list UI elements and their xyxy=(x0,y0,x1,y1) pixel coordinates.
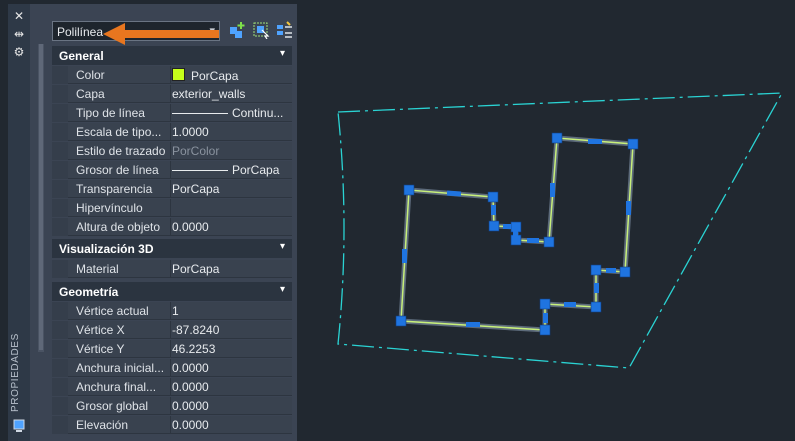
chevron-down-icon[interactable]: ▾ xyxy=(280,241,285,252)
settings-icon[interactable]: ⚙ xyxy=(13,46,25,58)
prop-row-color[interactable]: Color PorCapa xyxy=(52,66,292,84)
prop-value[interactable]: PorCapa xyxy=(172,68,290,83)
color-swatch xyxy=(172,68,185,81)
section-title: Geometría xyxy=(59,285,119,299)
prop-value[interactable]: 0.0000 xyxy=(172,399,290,413)
select-objects-icon[interactable] xyxy=(252,21,270,39)
prop-key: Elevación xyxy=(76,418,129,432)
prop-row-linetype-scale[interactable]: Escala de tipo... 1.0000 xyxy=(52,123,292,141)
quick-select-icon[interactable] xyxy=(276,21,294,39)
prop-value[interactable]: 0.0000 xyxy=(172,380,290,394)
prop-value[interactable]: 1 xyxy=(172,304,290,318)
prop-key: Escala de tipo... xyxy=(76,125,162,139)
prop-row-hyperlink[interactable]: Hipervínculo xyxy=(52,199,292,217)
prop-row-plot-style[interactable]: Estilo de trazado PorColor xyxy=(52,142,292,160)
prop-key: Capa xyxy=(76,87,105,101)
prop-value[interactable]: 1.0000 xyxy=(172,125,290,139)
prop-key: Estilo de trazado xyxy=(76,144,166,158)
prop-row-start-width[interactable]: Anchura inicial... 0.0000 xyxy=(52,359,292,377)
drawing-canvas[interactable] xyxy=(300,0,795,441)
linetype-preview xyxy=(172,113,228,114)
prop-value[interactable]: Continu... xyxy=(172,106,290,120)
prop-row-global-width[interactable]: Grosor global 0.0000 xyxy=(52,397,292,415)
prop-key: Color xyxy=(76,68,105,82)
prop-key: Grosor global xyxy=(76,399,149,413)
prop-key: Tipo de línea xyxy=(76,106,145,120)
prop-value[interactable]: -87.8240 xyxy=(172,323,290,337)
prop-value[interactable]: 0.0000 xyxy=(172,361,290,375)
chevron-down-icon[interactable]: ▾ xyxy=(280,48,285,59)
prop-key: Vértice X xyxy=(76,323,125,337)
prop-key: Hipervínculo xyxy=(76,201,143,215)
palette-menu-icon[interactable] xyxy=(13,419,25,433)
lineweight-preview xyxy=(172,170,228,171)
prop-row-material[interactable]: Material PorCapa xyxy=(52,260,292,278)
chevron-down-icon[interactable]: ▾ xyxy=(280,284,285,295)
prop-value[interactable]: 0.0000 xyxy=(172,418,290,432)
prop-value[interactable]: PorCapa xyxy=(172,182,290,196)
prop-row-transparency[interactable]: Transparencia PorCapa xyxy=(52,180,292,198)
prop-value[interactable]: 0.0000 xyxy=(172,220,290,234)
prop-value[interactable]: PorCapa xyxy=(172,262,290,276)
prop-row-current-vertex[interactable]: Vértice actual 1 xyxy=(52,302,292,320)
prop-row-lineweight[interactable]: Grosor de línea PorCapa xyxy=(52,161,292,179)
prop-key: Vértice actual xyxy=(76,304,149,318)
prop-key: Anchura inicial... xyxy=(76,361,165,375)
prop-row-elevation[interactable]: Elevación 0.0000 xyxy=(52,416,292,434)
autohide-icon[interactable]: ⇹ xyxy=(13,28,25,40)
prop-value[interactable]: exterior_walls xyxy=(172,87,290,101)
prop-key: Material xyxy=(76,262,119,276)
prop-value[interactable]: PorCapa xyxy=(172,163,290,177)
palette-title: PROPIEDADES xyxy=(10,333,21,412)
prop-row-thickness[interactable]: Altura de objeto 0.0000 xyxy=(52,218,292,236)
prop-key: Transparencia xyxy=(76,182,153,196)
prop-key: Anchura final... xyxy=(76,380,157,394)
prop-row-linetype[interactable]: Tipo de línea Continu... xyxy=(52,104,292,122)
toggle-pickadd-icon[interactable] xyxy=(228,21,246,39)
section-title: General xyxy=(59,49,104,63)
close-icon[interactable]: ✕ xyxy=(13,10,25,22)
annotation-arrow xyxy=(103,23,219,45)
section-geometry[interactable]: Geometría ▾ xyxy=(52,282,292,301)
prop-value: PorColor xyxy=(172,144,220,158)
prop-key: Grosor de línea xyxy=(76,163,159,177)
section-3d-visualization[interactable]: Visualización 3D ▾ xyxy=(52,239,292,258)
palette-title-strip: ✕ ⇹ ⚙ PROPIEDADES xyxy=(8,4,30,441)
prop-key: Vértice Y xyxy=(76,342,125,356)
object-type-value: Polilínea xyxy=(57,25,104,39)
prop-row-end-width[interactable]: Anchura final... 0.0000 xyxy=(52,378,292,396)
prop-row-vertex-x[interactable]: Vértice X -87.8240 xyxy=(52,321,292,339)
scrollbar-thumb[interactable] xyxy=(39,44,43,350)
section-title: Visualización 3D xyxy=(59,242,154,256)
section-general[interactable]: General ▾ xyxy=(52,46,292,65)
prop-key: Altura de objeto xyxy=(76,220,161,234)
prop-row-layer[interactable]: Capa exterior_walls xyxy=(52,85,292,103)
prop-value[interactable]: 46.2253 xyxy=(172,342,290,356)
prop-row-vertex-y[interactable]: Vértice Y 46.2253 xyxy=(52,340,292,358)
